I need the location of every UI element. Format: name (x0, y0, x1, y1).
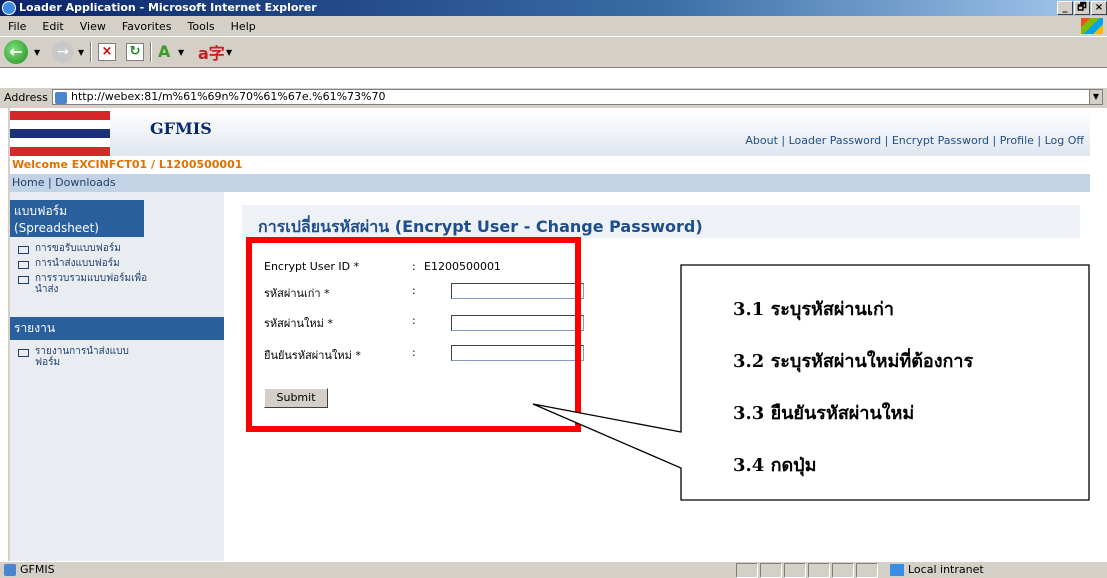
security-zone: Local intranet (908, 563, 984, 576)
status-bar: GFMIS Local intranet (0, 561, 1107, 578)
callout-bubble (532, 264, 1090, 501)
status-text: GFMIS (20, 563, 55, 576)
callout-step-2: 3.2 ระบุรหัสผ่านใหม่ที่ต้องการ (733, 351, 974, 372)
callout-step-1: 3.1 ระบุรหัสผ่านเก่า (733, 299, 894, 320)
page-status-icon (4, 564, 16, 576)
callout-step-3: 3.3 ยืนยันรหัสผ่านใหม่ (733, 403, 915, 424)
callout-step-4: 3.4 กดปุ่ม (733, 455, 817, 476)
intranet-icon (890, 564, 904, 576)
